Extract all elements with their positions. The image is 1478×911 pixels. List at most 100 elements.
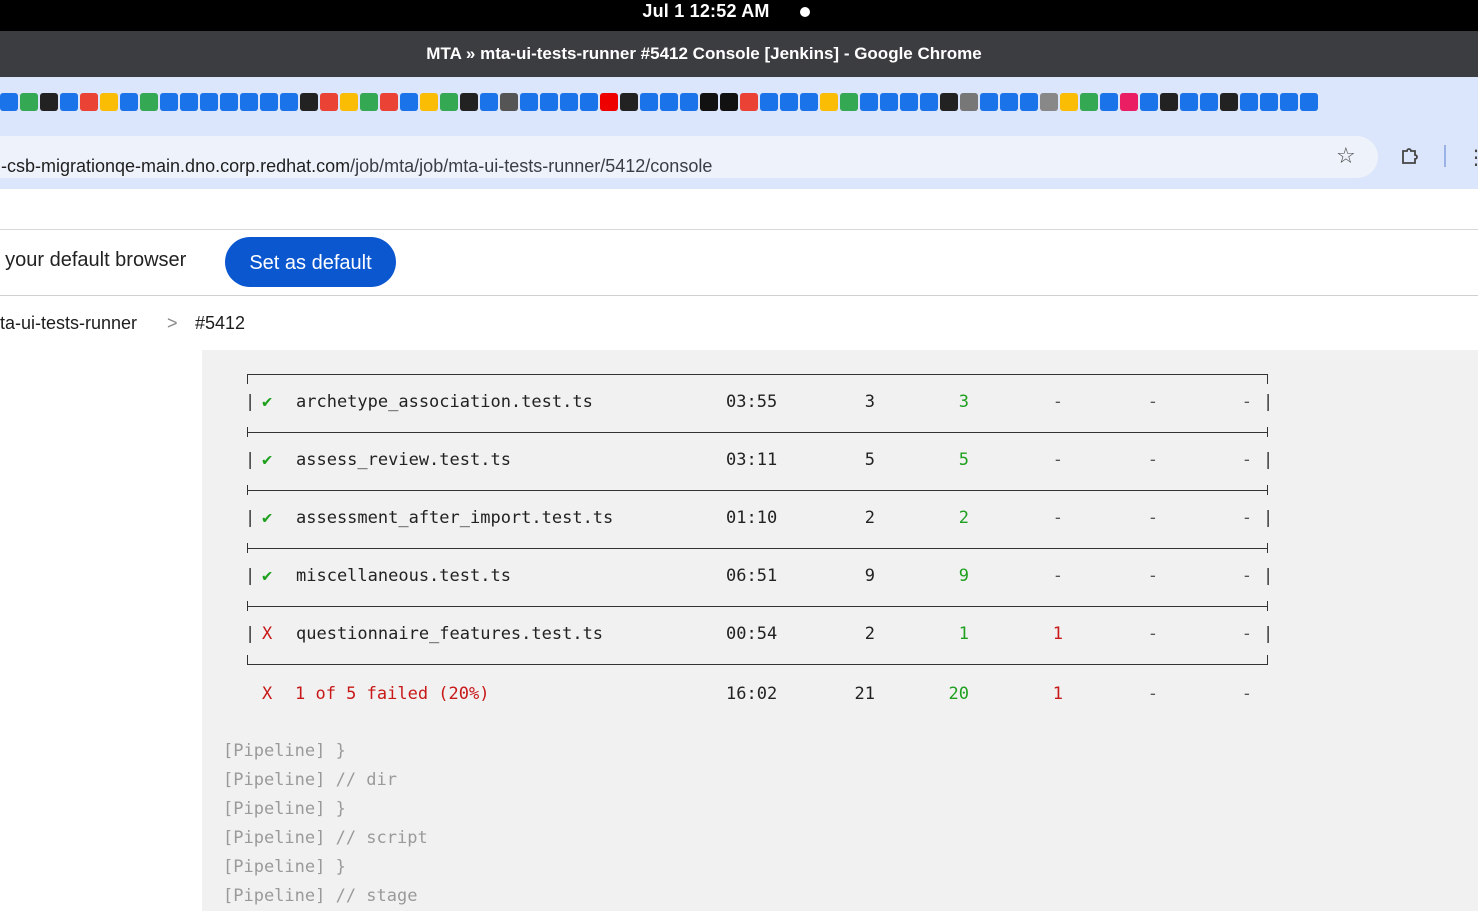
bookmark-favicon-icon[interactable] <box>1220 93 1238 111</box>
bookmark-favicon-icon[interactable] <box>220 93 238 111</box>
spec-pending: - <box>1147 450 1158 470</box>
bookmark-favicon-icon[interactable] <box>320 93 338 111</box>
bookmark-favicon-icon[interactable] <box>360 93 378 111</box>
table-border-top <box>247 374 1268 375</box>
bookmark-favicon-icon[interactable] <box>480 93 498 111</box>
bookmark-favicon-icon[interactable] <box>680 93 698 111</box>
bookmark-favicon-icon[interactable] <box>160 93 178 111</box>
row-border: | <box>1263 508 1274 528</box>
bookmark-favicon-icon[interactable] <box>1180 93 1198 111</box>
table-row: | ✔ miscellaneous.test.ts 06:51 9 9 - - … <box>245 566 1273 592</box>
bookmark-favicon-icon[interactable] <box>920 93 938 111</box>
bookmark-favicon-icon[interactable] <box>1020 93 1038 111</box>
bookmark-favicon-icon[interactable] <box>460 93 478 111</box>
bookmark-favicon-icon[interactable] <box>1240 93 1258 111</box>
bookmark-favicon-icon[interactable] <box>1120 93 1138 111</box>
spec-name: miscellaneous.test.ts <box>296 566 511 586</box>
menu-icon[interactable]: ⋮ <box>1466 145 1478 170</box>
bookmark-favicon-icon[interactable] <box>400 93 418 111</box>
pipeline-log-line: [Pipeline] // stage <box>223 886 418 906</box>
set-as-default-button[interactable]: Set as default <box>225 237 396 287</box>
bookmark-favicon-icon[interactable] <box>1160 93 1178 111</box>
chevron-right-icon: > <box>167 313 178 333</box>
bookmark-favicon-icon[interactable] <box>580 93 598 111</box>
bookmark-favicon-icon[interactable] <box>380 93 398 111</box>
bookmark-favicon-icon[interactable] <box>840 93 858 111</box>
bookmark-favicon-icon[interactable] <box>520 93 538 111</box>
bookmark-favicon-icon[interactable] <box>780 93 798 111</box>
fail-x-icon: X <box>262 624 273 644</box>
spec-duration: 03:11 <box>726 450 778 470</box>
url-text[interactable]: -csb-migrationqe-main.dno.corp.redhat.co… <box>1 156 712 177</box>
bookmark-favicon-icon[interactable] <box>60 93 78 111</box>
bookmark-favicon-icon[interactable] <box>660 93 678 111</box>
bookmark-favicon-icon[interactable] <box>880 93 898 111</box>
table-row: | ✔ archetype_association.test.ts 03:55 … <box>245 392 1273 418</box>
bookmark-favicon-icon[interactable] <box>500 93 518 111</box>
puzzle-icon[interactable] <box>1400 145 1420 165</box>
bookmark-favicon-icon[interactable] <box>800 93 818 111</box>
bookmark-favicon-icon[interactable] <box>760 93 778 111</box>
bookmark-favicon-icon[interactable] <box>1300 93 1318 111</box>
bookmark-favicon-icon[interactable] <box>240 93 258 111</box>
bookmark-favicon-icon[interactable] <box>1260 93 1278 111</box>
breadcrumb-job-link[interactable]: ta-ui-tests-runner <box>0 313 137 334</box>
bookmark-favicon-icon[interactable] <box>300 93 318 111</box>
bookmark-favicon-icon[interactable] <box>120 93 138 111</box>
spec-pending: - <box>1147 624 1158 644</box>
bookmark-favicon-icon[interactable] <box>20 93 38 111</box>
bookmark-favicon-icon[interactable] <box>1040 93 1058 111</box>
bookmark-favicon-icon[interactable] <box>980 93 998 111</box>
bookmark-favicon-icon[interactable] <box>80 93 98 111</box>
bookmark-favicon-icon[interactable] <box>1060 93 1078 111</box>
infobar-message: t your default browser <box>0 249 187 271</box>
bookmark-favicon-icon[interactable] <box>260 93 278 111</box>
spec-passing: 5 <box>958 450 969 470</box>
bookmark-favicon-icon[interactable] <box>1200 93 1218 111</box>
bookmark-favicon-icon[interactable] <box>180 93 198 111</box>
bookmark-favicon-icon[interactable] <box>540 93 558 111</box>
bookmark-favicon-icon[interactable] <box>900 93 918 111</box>
spec-skipped: - <box>1241 624 1252 644</box>
bookmark-favicon-icon[interactable] <box>620 93 638 111</box>
bookmark-favicon-icon[interactable] <box>1080 93 1098 111</box>
bookmark-favicon-icon[interactable] <box>200 93 218 111</box>
row-border: | <box>245 508 256 528</box>
bookmark-favicon-icon[interactable] <box>440 93 458 111</box>
bookmark-favicon-icon[interactable] <box>340 93 358 111</box>
pipeline-log-line: [Pipeline] // script <box>223 828 428 848</box>
breadcrumb: ta-ui-tests-runner > #5412 <box>0 296 1478 350</box>
bookmark-favicon-icon[interactable] <box>280 93 298 111</box>
row-border: | <box>1263 450 1274 470</box>
bookmark-favicon-icon[interactable] <box>1100 93 1118 111</box>
bookmark-favicon-icon[interactable] <box>940 93 958 111</box>
bookmark-favicon-icon[interactable] <box>1140 93 1158 111</box>
bookmark-favicon-icon[interactable] <box>740 93 758 111</box>
bookmark-favicon-icon[interactable] <box>420 93 438 111</box>
bookmark-favicon-icon[interactable] <box>1280 93 1298 111</box>
bookmark-favicon-icon[interactable] <box>960 93 978 111</box>
bookmark-favicon-icon[interactable] <box>720 93 738 111</box>
bookmark-favicon-icon[interactable] <box>640 93 658 111</box>
bookmark-favicon-icon[interactable] <box>100 93 118 111</box>
address-bar[interactable]: -csb-migrationqe-main.dno.corp.redhat.co… <box>0 136 1378 178</box>
table-row: | ✔ assess_review.test.ts 03:11 5 5 - - … <box>245 450 1273 476</box>
bookmark-favicon-icon[interactable] <box>140 93 158 111</box>
spec-tests: 2 <box>864 624 875 644</box>
spec-name: assess_review.test.ts <box>296 450 511 470</box>
table-corner <box>1267 427 1268 437</box>
bookmark-favicon-icon[interactable] <box>600 93 618 111</box>
bookmark-favicon-icon[interactable] <box>820 93 838 111</box>
row-border: | <box>1263 392 1274 412</box>
os-top-bar: Jul 1 12:52 AM <box>0 0 1478 31</box>
bookmark-favicon-icon[interactable] <box>1000 93 1018 111</box>
window-title: MTA » mta-ui-tests-runner #5412 Console … <box>426 44 982 63</box>
console-output: | ✔ archetype_association.test.ts 03:55 … <box>202 350 1478 911</box>
bookmark-favicon-icon[interactable] <box>0 93 18 111</box>
star-icon[interactable]: ☆ <box>1336 145 1356 167</box>
bookmark-favicon-icon[interactable] <box>560 93 578 111</box>
bookmark-favicon-icon[interactable] <box>700 93 718 111</box>
bookmark-favicon-icon[interactable] <box>40 93 58 111</box>
breadcrumb-build-link[interactable]: #5412 <box>195 313 245 334</box>
bookmark-favicon-icon[interactable] <box>860 93 878 111</box>
